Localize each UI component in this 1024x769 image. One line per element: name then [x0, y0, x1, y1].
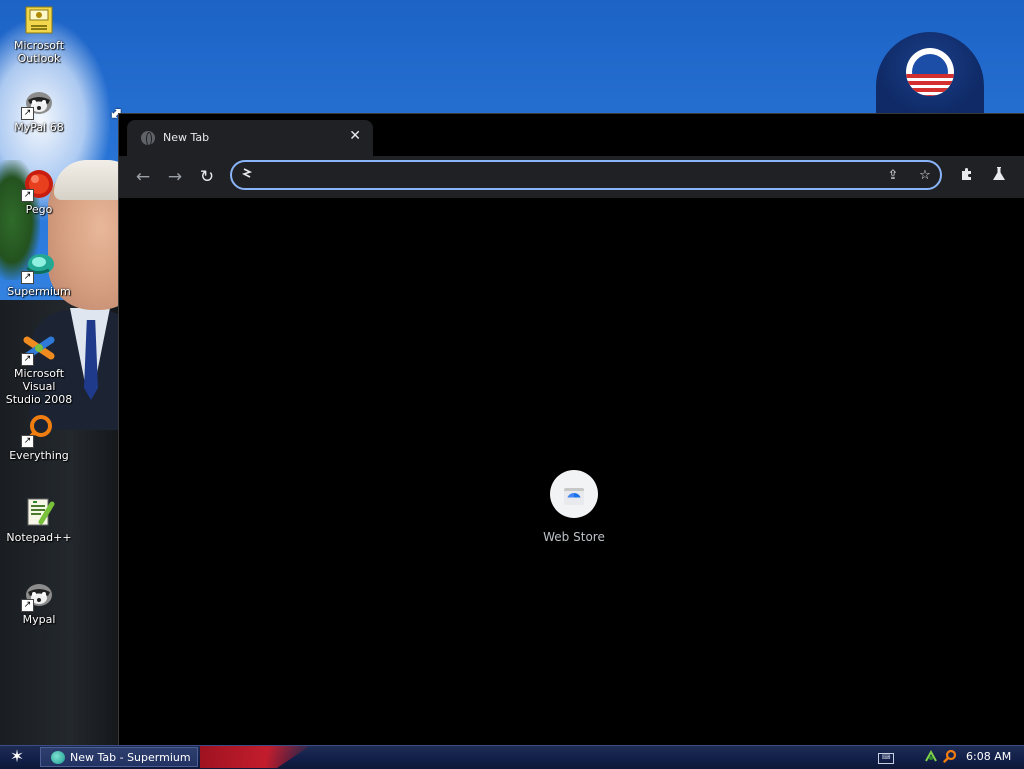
clock[interactable]: 6:08 AM	[966, 750, 1011, 763]
desktop-icon-pego[interactable]: ↗ Pego	[0, 168, 78, 216]
raccoon-icon: ↗	[21, 86, 55, 120]
pego-icon: ↗	[21, 168, 55, 202]
site-info-icon	[238, 167, 256, 185]
desktop-icon-label: MyPal 68	[14, 121, 64, 134]
taskbar: ✶ New Tab - Supermium ⌨ 6:08 AM	[0, 745, 1024, 769]
desktop-icon-label: Everything	[9, 449, 69, 462]
browser-window: New Tab ✕ ← → ↻ ⇪ ☆ Web Store	[118, 113, 1024, 746]
share-icon[interactable]: ⇪	[884, 167, 902, 185]
desktop-icon-supermium[interactable]: ↗ Supermium	[0, 250, 78, 298]
supermium-icon	[51, 751, 65, 764]
back-button[interactable]: ←	[130, 165, 156, 189]
reload-button[interactable]: ↻	[194, 165, 220, 189]
browser-toolbar: ← → ↻ ⇪ ☆	[119, 156, 1024, 198]
shortcut-label: Web Store	[543, 530, 605, 544]
address-bar[interactable]: ⇪ ☆	[230, 160, 942, 190]
bookmark-star-icon[interactable]: ☆	[916, 167, 934, 185]
new-tab-page: Web Store	[119, 198, 1024, 746]
shortcut-arrow-icon: ↗	[21, 353, 34, 366]
wallpaper-campaign-sign	[876, 32, 984, 116]
extensions-puzzle-icon[interactable]	[956, 166, 978, 188]
address-input[interactable]	[260, 166, 884, 186]
search-icon[interactable]	[942, 749, 958, 765]
desktop-icon-mypal-68[interactable]: ↗ MyPal 68	[0, 86, 78, 134]
shortcut-tile-web-store[interactable]: Web Store	[529, 470, 619, 560]
tab-close-icon[interactable]: ✕	[349, 128, 361, 144]
shortcut-arrow-icon: ↗	[21, 107, 34, 120]
everything-search-icon: ↗	[21, 414, 55, 448]
shortcut-arrow-icon: ↗	[21, 271, 34, 284]
start-button[interactable]: ✶	[6, 748, 28, 767]
taskbar-item-label: New Tab - Supermium	[70, 751, 191, 764]
desktop-icon-notepad-plus-plus[interactable]: Notepad++	[0, 496, 78, 544]
desktop-icon-label: Pego	[25, 203, 53, 216]
desktop-icon-label: Mypal	[22, 613, 56, 626]
network-icon[interactable]	[923, 749, 939, 765]
desktop-icon-everything[interactable]: ↗ Everything	[0, 414, 78, 462]
desktop-icon-label: Supermium	[7, 285, 71, 298]
visual-studio-icon: ↗	[21, 332, 55, 366]
raccoon-icon: ↗	[21, 578, 55, 612]
tab-title: New Tab	[163, 131, 210, 144]
taskbar-item-supermium[interactable]: New Tab - Supermium	[40, 747, 198, 767]
campaign-logo-icon	[906, 48, 954, 96]
desktop-icon-label: Microsoft Visual Studio 2008	[5, 367, 73, 406]
tab-new-tab[interactable]: New Tab ✕	[127, 120, 373, 156]
labs-flask-icon[interactable]	[988, 166, 1010, 188]
shortcut-arrow-icon: ↗	[21, 599, 34, 612]
notepad-plus-plus-icon	[23, 496, 55, 528]
desktop-icon-outlook[interactable]: Microsoft Outlook	[0, 4, 78, 65]
supermium-icon: ↗	[21, 250, 55, 284]
desktop-icon-label: Microsoft Outlook	[13, 39, 65, 65]
desktop-icon-visual-studio-2008[interactable]: ↗ Microsoft Visual Studio 2008	[0, 332, 78, 406]
desktop-icon-label: Notepad++	[6, 531, 72, 544]
forward-button[interactable]: →	[162, 165, 188, 189]
keyboard-icon[interactable]: ⌨	[878, 753, 894, 764]
shortcut-arrow-icon: ↗	[21, 435, 34, 448]
shortcut-arrow-icon: ↗	[21, 189, 34, 202]
outlook-icon	[23, 4, 55, 36]
desktop-icon-mypal[interactable]: ↗ Mypal	[0, 578, 78, 626]
globe-icon	[141, 131, 155, 146]
taskbar-wallpaper-accent	[200, 746, 310, 768]
web-store-icon	[550, 470, 598, 518]
tab-strip: New Tab ✕	[119, 114, 1024, 156]
